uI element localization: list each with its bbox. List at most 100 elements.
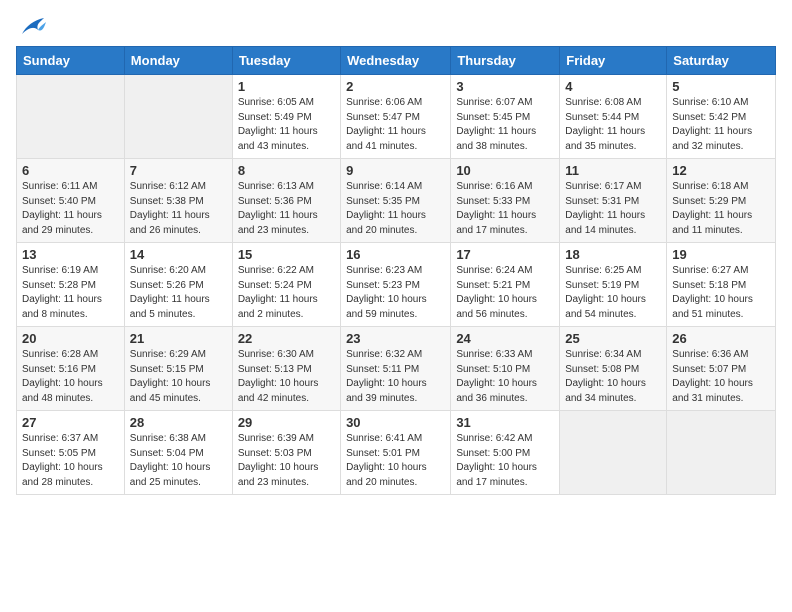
page-header [16, 16, 776, 34]
day-info: Sunrise: 6:28 AM Sunset: 5:16 PM Dayligh… [22, 348, 119, 406]
calendar-cell [560, 411, 667, 495]
calendar-cell: 29 Sunrise: 6:39 AM Sunset: 5:03 PM Dayli… [232, 411, 340, 495]
day-number: 1 [238, 79, 335, 94]
day-number: 18 [565, 247, 661, 262]
calendar-cell: 14Sunrise: 6:20 AM Sunset: 5:26 PM Dayli… [124, 243, 232, 327]
calendar-cell [124, 75, 232, 159]
calendar-cell: 5 Sunrise: 6:10 AM Sunset: 5:42 PM Daylig… [667, 75, 776, 159]
calendar-week-row: 6 Sunrise: 6:11 AM Sunset: 5:40 PM Daylig… [17, 159, 776, 243]
day-info: Sunrise: 6:39 AM Sunset: 5:03 PM Dayligh… [238, 432, 335, 490]
day-info: Sunrise: 6:05 AM Sunset: 5:49 PM Dayligh… [238, 96, 335, 154]
day-info: Sunrise: 6:38 AM Sunset: 5:04 PM Dayligh… [130, 432, 227, 490]
calendar-cell: 28 Sunrise: 6:38 AM Sunset: 5:04 PM Dayli… [124, 411, 232, 495]
calendar-cell: 9 Sunrise: 6:14 AM Sunset: 5:35 PM Daylig… [341, 159, 451, 243]
weekday-header: Friday [560, 47, 667, 75]
day-number: 28 [130, 415, 227, 430]
calendar-cell: 13 Sunrise: 6:19 AM Sunset: 5:28 PM Dayli… [17, 243, 125, 327]
day-number: 20 [22, 331, 119, 346]
calendar-cell: 17Sunrise: 6:24 AM Sunset: 5:21 PM Dayli… [451, 243, 560, 327]
calendar-week-row: 1 Sunrise: 6:05 AM Sunset: 5:49 PM Daylig… [17, 75, 776, 159]
day-info: Sunrise: 6:33 AM Sunset: 5:10 PM Dayligh… [456, 348, 554, 406]
weekday-header: Sunday [17, 47, 125, 75]
calendar-cell: 4Sunrise: 6:08 AM Sunset: 5:44 PM Daylig… [560, 75, 667, 159]
calendar-cell: 6 Sunrise: 6:11 AM Sunset: 5:40 PM Daylig… [17, 159, 125, 243]
weekday-header: Tuesday [232, 47, 340, 75]
day-info: Sunrise: 6:14 AM Sunset: 5:35 PM Dayligh… [346, 180, 445, 238]
calendar-cell: 8Sunrise: 6:13 AM Sunset: 5:36 PM Daylig… [232, 159, 340, 243]
calendar-cell: 16 Sunrise: 6:23 AM Sunset: 5:23 PM Dayli… [341, 243, 451, 327]
calendar-week-row: 20 Sunrise: 6:28 AM Sunset: 5:16 PM Dayli… [17, 327, 776, 411]
calendar-cell: 23 Sunrise: 6:32 AM Sunset: 5:11 PM Dayli… [341, 327, 451, 411]
day-number: 29 [238, 415, 335, 430]
calendar-cell: 19 Sunrise: 6:27 AM Sunset: 5:18 PM Dayli… [667, 243, 776, 327]
calendar-cell: 20 Sunrise: 6:28 AM Sunset: 5:16 PM Dayli… [17, 327, 125, 411]
calendar-cell: 15 Sunrise: 6:22 AM Sunset: 5:24 PM Dayli… [232, 243, 340, 327]
day-info: Sunrise: 6:27 AM Sunset: 5:18 PM Dayligh… [672, 264, 770, 322]
day-info: Sunrise: 6:10 AM Sunset: 5:42 PM Dayligh… [672, 96, 770, 154]
calendar-cell [667, 411, 776, 495]
day-info: Sunrise: 6:18 AM Sunset: 5:29 PM Dayligh… [672, 180, 770, 238]
day-info: Sunrise: 6:13 AM Sunset: 5:36 PM Dayligh… [238, 180, 335, 238]
day-number: 15 [238, 247, 335, 262]
logo [16, 16, 46, 34]
day-info: Sunrise: 6:22 AM Sunset: 5:24 PM Dayligh… [238, 264, 335, 322]
day-info: Sunrise: 6:16 AM Sunset: 5:33 PM Dayligh… [456, 180, 554, 238]
calendar-cell: 31 Sunrise: 6:42 AM Sunset: 5:00 PM Dayli… [451, 411, 560, 495]
calendar-cell: 18 Sunrise: 6:25 AM Sunset: 5:19 PM Dayli… [560, 243, 667, 327]
calendar-cell: 2 Sunrise: 6:06 AM Sunset: 5:47 PM Daylig… [341, 75, 451, 159]
day-info: Sunrise: 6:11 AM Sunset: 5:40 PM Dayligh… [22, 180, 119, 238]
weekday-header: Saturday [667, 47, 776, 75]
day-number: 6 [22, 163, 119, 178]
calendar-cell: 26Sunrise: 6:36 AM Sunset: 5:07 PM Dayli… [667, 327, 776, 411]
day-info: Sunrise: 6:17 AM Sunset: 5:31 PM Dayligh… [565, 180, 661, 238]
day-number: 25 [565, 331, 661, 346]
day-number: 27 [22, 415, 119, 430]
day-info: Sunrise: 6:07 AM Sunset: 5:45 PM Dayligh… [456, 96, 554, 154]
day-number: 24 [456, 331, 554, 346]
weekday-header: Wednesday [341, 47, 451, 75]
day-info: Sunrise: 6:30 AM Sunset: 5:13 PM Dayligh… [238, 348, 335, 406]
day-number: 3 [456, 79, 554, 94]
weekday-header: Thursday [451, 47, 560, 75]
day-number: 21 [130, 331, 227, 346]
calendar-week-row: 13 Sunrise: 6:19 AM Sunset: 5:28 PM Dayli… [17, 243, 776, 327]
day-number: 14 [130, 247, 227, 262]
calendar-cell: 12 Sunrise: 6:18 AM Sunset: 5:29 PM Dayli… [667, 159, 776, 243]
day-number: 11 [565, 163, 661, 178]
calendar-cell: 21Sunrise: 6:29 AM Sunset: 5:15 PM Dayli… [124, 327, 232, 411]
calendar-cell: 7Sunrise: 6:12 AM Sunset: 5:38 PM Daylig… [124, 159, 232, 243]
day-number: 5 [672, 79, 770, 94]
day-info: Sunrise: 6:37 AM Sunset: 5:05 PM Dayligh… [22, 432, 119, 490]
logo-bird-icon [18, 16, 46, 38]
day-info: Sunrise: 6:42 AM Sunset: 5:00 PM Dayligh… [456, 432, 554, 490]
day-number: 22 [238, 331, 335, 346]
day-info: Sunrise: 6:12 AM Sunset: 5:38 PM Dayligh… [130, 180, 227, 238]
day-info: Sunrise: 6:32 AM Sunset: 5:11 PM Dayligh… [346, 348, 445, 406]
day-info: Sunrise: 6:19 AM Sunset: 5:28 PM Dayligh… [22, 264, 119, 322]
day-number: 9 [346, 163, 445, 178]
calendar-cell: 24 Sunrise: 6:33 AM Sunset: 5:10 PM Dayli… [451, 327, 560, 411]
day-number: 26 [672, 331, 770, 346]
calendar-cell: 25Sunrise: 6:34 AM Sunset: 5:08 PM Dayli… [560, 327, 667, 411]
weekday-header: Monday [124, 47, 232, 75]
calendar-table: SundayMondayTuesdayWednesdayThursdayFrid… [16, 46, 776, 495]
calendar-cell: 27 Sunrise: 6:37 AM Sunset: 5:05 PM Dayli… [17, 411, 125, 495]
day-info: Sunrise: 6:41 AM Sunset: 5:01 PM Dayligh… [346, 432, 445, 490]
day-info: Sunrise: 6:25 AM Sunset: 5:19 PM Dayligh… [565, 264, 661, 322]
day-number: 23 [346, 331, 445, 346]
day-info: Sunrise: 6:24 AM Sunset: 5:21 PM Dayligh… [456, 264, 554, 322]
calendar-cell: 3 Sunrise: 6:07 AM Sunset: 5:45 PM Daylig… [451, 75, 560, 159]
day-number: 16 [346, 247, 445, 262]
day-number: 30 [346, 415, 445, 430]
day-number: 31 [456, 415, 554, 430]
day-number: 12 [672, 163, 770, 178]
day-number: 13 [22, 247, 119, 262]
calendar-cell: 11 Sunrise: 6:17 AM Sunset: 5:31 PM Dayli… [560, 159, 667, 243]
calendar-header-row: SundayMondayTuesdayWednesdayThursdayFrid… [17, 47, 776, 75]
day-info: Sunrise: 6:08 AM Sunset: 5:44 PM Dayligh… [565, 96, 661, 154]
day-info: Sunrise: 6:06 AM Sunset: 5:47 PM Dayligh… [346, 96, 445, 154]
calendar-cell [17, 75, 125, 159]
day-number: 2 [346, 79, 445, 94]
day-info: Sunrise: 6:23 AM Sunset: 5:23 PM Dayligh… [346, 264, 445, 322]
day-number: 19 [672, 247, 770, 262]
